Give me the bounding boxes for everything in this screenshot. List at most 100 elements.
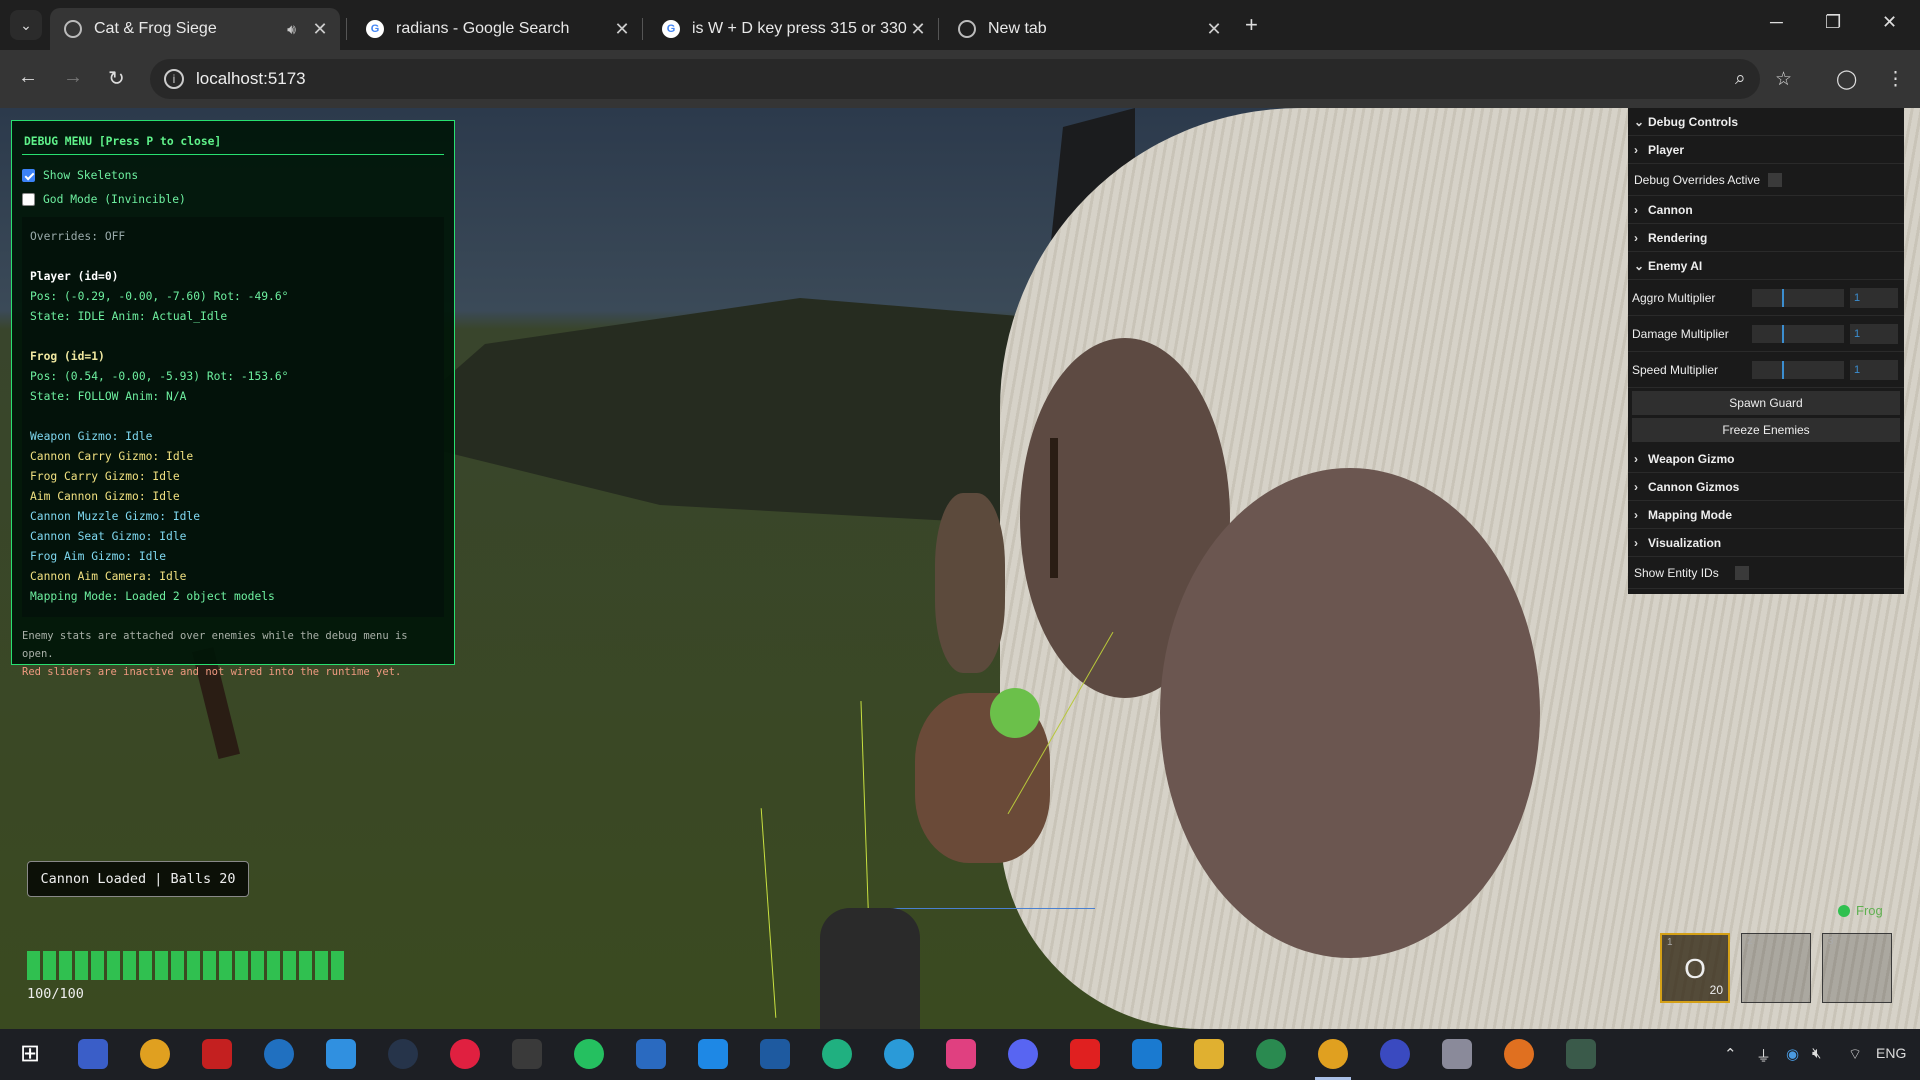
- app-icon[interactable]: [264, 1039, 294, 1069]
- folder-cannon-gizmos[interactable]: › Cannon Gizmos: [1628, 473, 1904, 501]
- media-player-icon[interactable]: [450, 1039, 480, 1069]
- app-icon[interactable]: [78, 1039, 108, 1069]
- god-mode-checkbox[interactable]: [22, 192, 35, 206]
- show-skeletons-checkbox[interactable]: [22, 168, 35, 182]
- chrome-icon[interactable]: [140, 1039, 170, 1069]
- slider-marker: [1782, 360, 1784, 379]
- speed-multiplier-row: Speed Multiplier 1: [1628, 352, 1904, 388]
- language-indicator[interactable]: ENG: [1876, 1045, 1906, 1061]
- debug-overrides-checkbox[interactable]: [1768, 172, 1783, 187]
- folder-player[interactable]: › Player: [1628, 136, 1904, 164]
- player-header: Player (id=0): [30, 270, 119, 283]
- close-tab-icon[interactable]: ✕: [908, 19, 928, 40]
- url-text[interactable]: localhost:5173: [196, 69, 306, 89]
- notes-icon[interactable]: [326, 1039, 356, 1069]
- slot-number: 3: [1828, 936, 1834, 947]
- wifi-icon[interactable]: ⌔: [1848, 1045, 1862, 1064]
- folder-visualization[interactable]: › Visualization: [1628, 529, 1904, 557]
- reload-button[interactable]: ↻: [108, 66, 125, 91]
- slot-number: 2: [1747, 936, 1753, 947]
- vscode-icon[interactable]: [698, 1039, 728, 1069]
- show-entity-ids-checkbox[interactable]: [1734, 565, 1749, 580]
- row-label: Show Entity IDs: [1634, 565, 1719, 580]
- folder-mapping-mode[interactable]: › Mapping Mode: [1628, 501, 1904, 529]
- blender-icon[interactable]: [1504, 1039, 1534, 1069]
- damage-slider[interactable]: [1752, 324, 1844, 343]
- youtube-icon[interactable]: [1070, 1039, 1100, 1069]
- telegram-icon[interactable]: [884, 1039, 914, 1069]
- god-mode-checkbox-row[interactable]: God Mode (Invincible): [22, 187, 444, 211]
- app-icon[interactable]: [1132, 1039, 1162, 1069]
- close-tab-icon[interactable]: ✕: [1204, 19, 1224, 40]
- health-segment: [107, 951, 120, 980]
- terminal-icon[interactable]: [512, 1039, 542, 1069]
- site-info-icon[interactable]: i: [164, 69, 184, 89]
- folder-weapon-gizmo[interactable]: › Weapon Gizmo: [1628, 445, 1904, 473]
- pdf-reader-icon[interactable]: [202, 1039, 232, 1069]
- google-drive-icon[interactable]: ◉: [1786, 1045, 1799, 1063]
- tab-separator: [938, 18, 939, 40]
- steam-icon[interactable]: [388, 1039, 418, 1069]
- hotbar-slot-3[interactable]: 3: [1822, 933, 1892, 1003]
- menu-kebab-icon[interactable]: ⋮: [1886, 68, 1905, 91]
- folder-label: Cannon: [1648, 202, 1693, 217]
- tab-key-press-search[interactable]: G is W + D key press 315 or 330 d ✕: [648, 8, 938, 50]
- show-skeletons-checkbox-row[interactable]: Show Skeletons: [22, 163, 444, 187]
- aggro-slider[interactable]: [1752, 288, 1844, 307]
- discord-icon[interactable]: [1008, 1039, 1038, 1069]
- health-segment: [187, 951, 200, 980]
- tab-cat-frog-siege[interactable]: Cat & Frog Siege 🔊︎ ✕: [50, 8, 340, 50]
- aggro-input[interactable]: 1: [1850, 287, 1898, 308]
- folder-rendering[interactable]: › Rendering: [1628, 224, 1904, 252]
- app-icon[interactable]: [760, 1039, 790, 1069]
- hotbar-slot-2[interactable]: 2: [1741, 933, 1811, 1003]
- speed-slider[interactable]: [1752, 360, 1844, 379]
- slider-marker: [1782, 324, 1784, 343]
- cannonball-icon: O: [1684, 953, 1706, 984]
- minimize-button[interactable]: ─: [1770, 12, 1783, 33]
- tab-radians-search[interactable]: G radians - Google Search ✕: [352, 8, 642, 50]
- address-bar[interactable]: i localhost:5173: [150, 59, 1760, 99]
- close-tab-icon[interactable]: ✕: [612, 19, 632, 40]
- forward-button[interactable]: →: [63, 66, 83, 89]
- row-label: Damage Multiplier: [1632, 326, 1729, 341]
- windows-start-icon[interactable]: ⊞: [15, 1039, 45, 1069]
- whatsapp-icon[interactable]: [574, 1039, 604, 1069]
- debug-controls-panel: ⌄ Debug Controls › Player Debug Overrides …: [1628, 108, 1904, 594]
- folder-debug-controls[interactable]: ⌄ Debug Controls: [1628, 108, 1904, 136]
- usb-icon[interactable]: ⏚: [1756, 1045, 1771, 1066]
- player-state: State: IDLE Anim: Actual_Idle: [30, 310, 228, 323]
- file-explorer-icon[interactable]: [1194, 1039, 1224, 1069]
- app-icon[interactable]: [1566, 1039, 1596, 1069]
- tray-overflow-icon[interactable]: ⌃: [1724, 1045, 1737, 1063]
- app-icon[interactable]: [822, 1039, 852, 1069]
- freeze-enemies-button[interactable]: Freeze Enemies: [1632, 418, 1900, 442]
- app-icon[interactable]: [1442, 1039, 1472, 1069]
- chrome-icon[interactable]: [1318, 1039, 1348, 1069]
- google-icon: G: [366, 20, 384, 38]
- speed-input[interactable]: 1: [1850, 359, 1898, 380]
- new-tab-button[interactable]: +: [1245, 12, 1258, 38]
- cat-character: [935, 493, 1005, 673]
- back-button[interactable]: ←: [18, 66, 38, 89]
- folder-cannon[interactable]: › Cannon: [1628, 196, 1904, 224]
- close-tab-icon[interactable]: ✕: [310, 19, 330, 40]
- damage-input[interactable]: 1: [1850, 323, 1898, 344]
- restore-button[interactable]: ❐: [1825, 12, 1841, 33]
- bookmark-star-icon[interactable]: ☆: [1775, 68, 1792, 91]
- close-window-button[interactable]: ✕: [1882, 12, 1897, 33]
- spawn-guard-button[interactable]: Spawn Guard: [1632, 391, 1900, 415]
- profile-icon[interactable]: ◯: [1836, 68, 1857, 91]
- tab-search-button[interactable]: ⌄: [10, 10, 42, 40]
- app-icon[interactable]: [636, 1039, 666, 1069]
- edge-icon[interactable]: [1256, 1039, 1286, 1069]
- tab-separator: [346, 18, 347, 40]
- app-icon[interactable]: [1380, 1039, 1410, 1069]
- folder-enemy-ai[interactable]: ⌄ Enemy AI: [1628, 252, 1904, 280]
- speaker-icon[interactable]: 🔊︎: [287, 21, 296, 38]
- zoom-icon[interactable]: ⌕: [1735, 68, 1746, 90]
- tab-new-tab[interactable]: New tab ✕: [944, 8, 1234, 50]
- jetbrains-icon[interactable]: [946, 1039, 976, 1069]
- volume-muted-icon[interactable]: 🔇︎: [1812, 1045, 1821, 1062]
- hotbar-slot-1[interactable]: 1 O 20: [1660, 933, 1730, 1003]
